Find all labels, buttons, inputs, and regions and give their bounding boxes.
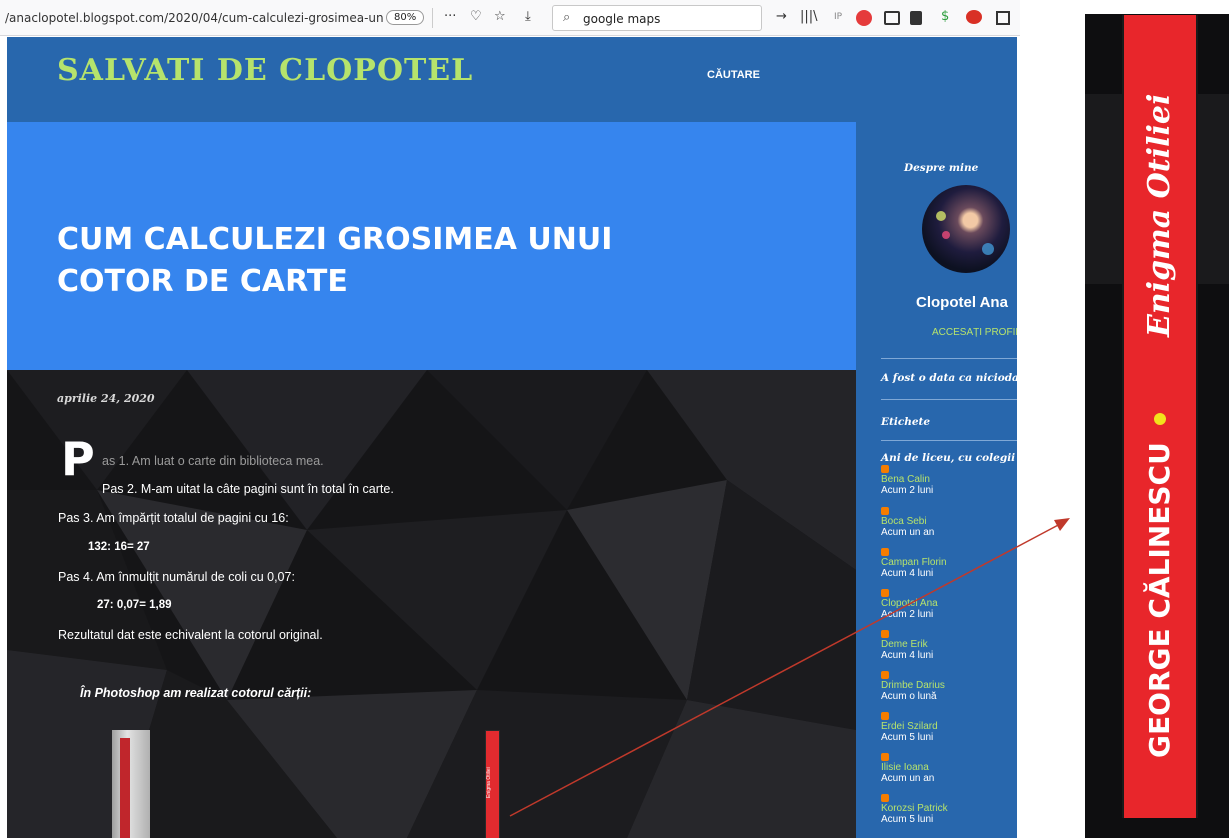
blog-name[interactable]: Deme Erik xyxy=(881,639,933,650)
blog-list-item[interactable]: Clopotel Ana Acum 2 luni xyxy=(881,589,938,620)
blog-list-item[interactable]: Boca Sebi Acum un an xyxy=(881,507,934,538)
archive-heading: A fost o data ca niciodata... xyxy=(881,372,1017,384)
drop-cap: P xyxy=(61,432,95,486)
blogger-icon xyxy=(881,753,889,761)
address-bar[interactable]: /anaclopotel.blogspot.com/2020/04/cum-ca… xyxy=(5,11,383,25)
book-spine-strip xyxy=(120,738,130,838)
blog-list-item[interactable]: Deme Erik Acum 4 luni xyxy=(881,630,933,661)
step-3-text: Pas 3. Am împărțit totalul de pagini cu … xyxy=(58,511,289,525)
bloglist-heading: Ani de liceu, cu colegii la romana xyxy=(881,452,1017,464)
blogger-icon xyxy=(881,589,889,597)
avatar[interactable] xyxy=(922,185,1010,273)
spine-title: Enigma Otiliei xyxy=(1142,93,1177,337)
blogger-icon xyxy=(881,671,889,679)
star-icon[interactable]: ☆ xyxy=(494,9,506,24)
about-heading: Despre mine xyxy=(904,162,979,174)
blogger-icon xyxy=(881,630,889,638)
blog-name[interactable]: Bena Calin xyxy=(881,474,933,485)
calc-2-text: 27: 0,07= 1,89 xyxy=(97,599,172,611)
avatar-bokeh xyxy=(936,211,946,221)
blog-name[interactable]: Erdei Szilard xyxy=(881,721,938,732)
step-1-text: as 1. Am luat o carte din biblioteca mea… xyxy=(102,454,324,468)
avatar-bokeh xyxy=(982,243,994,255)
library-icon[interactable]: |||\ xyxy=(800,9,818,24)
blogger-icon xyxy=(881,465,889,473)
labels-heading: Etichete xyxy=(881,416,931,428)
blog-name[interactable]: Clopotel Ana xyxy=(881,598,938,609)
blogger-icon xyxy=(881,548,889,556)
search-box[interactable]: ⌕ google maps xyxy=(552,5,762,31)
blog-name[interactable]: Drimbe Darius xyxy=(881,680,945,691)
calc-1-text: 132: 16= 27 xyxy=(88,541,150,553)
blog-time: Acum o lună xyxy=(881,691,937,702)
spine-author: GEORGE CĂLINESCU xyxy=(1143,442,1176,758)
search-icon: ⌕ xyxy=(563,10,571,25)
photoshop-caption: În Photoshop am realizat cotorul cărții: xyxy=(80,686,312,700)
blog-time: Acum un an xyxy=(881,527,935,538)
step-4-text: Pas 4. Am înmulțit numărul de coli cu 0,… xyxy=(58,570,295,584)
forward-icon[interactable]: → xyxy=(776,9,787,24)
zoom-indicator[interactable]: 80% xyxy=(386,10,425,25)
adblock-icon[interactable] xyxy=(856,10,872,26)
post-date: aprilie 24, 2020 xyxy=(57,392,155,405)
post-title: CUM CALCULEZI GROSIMEA UNUI COTOR DE CAR… xyxy=(57,222,613,299)
nav-search-link[interactable]: CĂUTARE xyxy=(707,69,760,81)
blog-list-item[interactable]: Korozsi Patrick Acum 5 luni xyxy=(881,794,948,825)
addon-icon[interactable] xyxy=(966,10,982,24)
blogger-icon xyxy=(881,712,889,720)
blogger-icon xyxy=(881,794,889,802)
blog-name[interactable]: Ilisie Ioana xyxy=(881,762,934,773)
post-hero: CUM CALCULEZI GROSIMEA UNUI COTOR DE CAR… xyxy=(7,122,856,370)
blog-time: Acum 2 luni xyxy=(881,485,934,496)
blog-time: Acum 5 luni xyxy=(881,814,934,825)
spine-dot xyxy=(1154,413,1166,425)
sidebar-divider xyxy=(881,440,1017,441)
sidebar: Despre mine Clopotel Ana ACCESAȚI PROFIL… xyxy=(856,122,1017,838)
blog-name[interactable]: Campan Florin xyxy=(881,557,947,568)
blog-name[interactable]: Boca Sebi xyxy=(881,516,934,527)
blog-title[interactable]: SALVATI DE CLOPOTEL xyxy=(57,53,473,88)
blog-time: Acum 4 luni xyxy=(881,568,934,579)
book-photo[interactable] xyxy=(112,730,150,838)
toolbar-divider xyxy=(432,8,433,28)
blog-list-item[interactable]: Erdei Szilard Acum 5 luni xyxy=(881,712,938,743)
avatar-bokeh xyxy=(942,231,950,239)
blogger-icon xyxy=(881,507,889,515)
download-icon[interactable]: ⤓ xyxy=(525,9,531,24)
blog-time: Acum un an xyxy=(881,773,935,784)
more-icon[interactable]: ··· xyxy=(444,9,456,24)
blog-list-item[interactable]: Drimbe Darius Acum o lună xyxy=(881,671,945,702)
profile-link[interactable]: ACCESAȚI PROFILUL xyxy=(932,327,1017,338)
ip-icon[interactable]: IP xyxy=(834,12,842,22)
search-input[interactable]: google maps xyxy=(583,12,660,26)
spine-thumbnail-text: Enigma Otiliei xyxy=(486,767,492,799)
sidebar-divider xyxy=(881,358,1017,359)
post-content: aprilie 24, 2020 P as 1. Am luat o carte… xyxy=(7,370,856,838)
result-text: Rezultatul dat este echivalent la cotoru… xyxy=(58,628,323,642)
blog-time: Acum 4 luni xyxy=(881,650,934,661)
blog-name[interactable]: Korozsi Patrick xyxy=(881,803,948,814)
browser-toolbar: /anaclopotel.blogspot.com/2020/04/cum-ca… xyxy=(0,0,1020,36)
blog-header: SALVATI DE CLOPOTEL CĂUTARE xyxy=(7,37,1017,122)
blog-list-item[interactable]: Bena Calin Acum 2 luni xyxy=(881,465,933,496)
screenshot-icon[interactable] xyxy=(996,11,1010,25)
dollar-icon[interactable]: $ xyxy=(941,9,949,24)
spine-thumbnail[interactable]: Enigma Otiliei xyxy=(485,730,500,838)
blog-time: Acum 2 luni xyxy=(881,609,934,620)
blog-list-item[interactable]: Campan Florin Acum 4 luni xyxy=(881,548,947,579)
blog-time: Acum 5 luni xyxy=(881,732,934,743)
sidebar-icon[interactable] xyxy=(910,11,922,25)
pocket-icon[interactable]: ♡ xyxy=(470,9,482,24)
blog-list-item[interactable]: Ilisie Ioana Acum un an xyxy=(881,753,934,784)
reader-icon[interactable] xyxy=(884,11,900,25)
sidebar-divider xyxy=(881,399,1017,400)
profile-name[interactable]: Clopotel Ana xyxy=(916,294,1008,311)
step-2-text: Pas 2. M-am uitat la câte pagini sunt în… xyxy=(102,482,394,496)
